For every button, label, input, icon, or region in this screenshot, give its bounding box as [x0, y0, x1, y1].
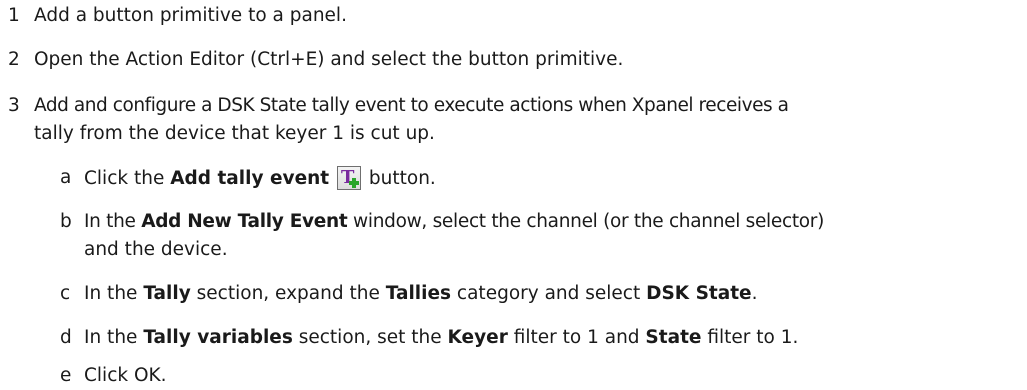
step-number: 3: [8, 95, 20, 116]
step-text: Add a button primitive to a panel.: [34, 5, 347, 26]
substep-text: .: [751, 283, 758, 304]
add-tally-event-icon: T: [337, 166, 362, 190]
step-number: 1: [8, 5, 20, 26]
ui-label-state: State: [645, 327, 702, 348]
substep-letter: e: [60, 365, 72, 386]
substep-letter: b: [60, 211, 72, 232]
ui-label-tallies: Tallies: [385, 283, 452, 304]
substep-text: window, select the channel (or the chann…: [347, 211, 825, 232]
step-text-line2: tally from the device that keyer 1 is cu…: [34, 123, 435, 144]
substep-text: In the: [84, 327, 144, 348]
substep-text: In the: [84, 211, 142, 232]
ui-label-dsk-state: DSK State: [646, 283, 752, 304]
substep-a-text: Click the Add tally event T button.: [84, 166, 436, 191]
substep-d-text: In the Tally variables section, set the …: [84, 326, 798, 350]
ui-label-add-new-tally-event: Add New Tally Event: [141, 211, 348, 232]
substep-letter: d: [60, 327, 72, 348]
substep-text: category and select: [451, 283, 647, 304]
procedure-document: 1 Add a button primitive to a panel. 2 O…: [0, 0, 1027, 390]
substep-text: section, expand the: [190, 283, 386, 304]
step-text: Open the Action Editor (Ctrl+E) and sele…: [34, 49, 624, 70]
substep-letter: a: [60, 167, 72, 188]
substep-text: button.: [363, 168, 436, 189]
substep-text: Click the: [84, 168, 171, 189]
ui-label-tally: Tally: [143, 283, 191, 304]
substep-text: In the: [84, 283, 144, 304]
substep-text: filter to 1 and: [507, 327, 646, 348]
substep-text: and the device.: [84, 239, 228, 260]
ui-label-add-tally-event: Add tally event: [170, 168, 330, 189]
ui-label-keyer: Keyer: [447, 327, 508, 348]
substep-text: section, set the: [292, 327, 448, 348]
substep-b-text: In the Add New Tally Event window, selec…: [84, 210, 824, 234]
substep-b-continued: and the device.: [84, 238, 228, 262]
substep-letter: c: [60, 283, 71, 304]
ui-label-tally-variables: Tally variables: [143, 327, 293, 348]
step-number: 2: [8, 49, 20, 70]
substep-text: filter to 1.: [701, 327, 799, 348]
step-text-line1: Add and configure a DSK State tally even…: [34, 95, 789, 116]
substep-text: Click OK.: [84, 365, 167, 386]
step-3-continued: tally from the device that keyer 1 is cu…: [34, 122, 435, 146]
substep-c-text: In the Tally section, expand the Tallies…: [84, 282, 758, 306]
